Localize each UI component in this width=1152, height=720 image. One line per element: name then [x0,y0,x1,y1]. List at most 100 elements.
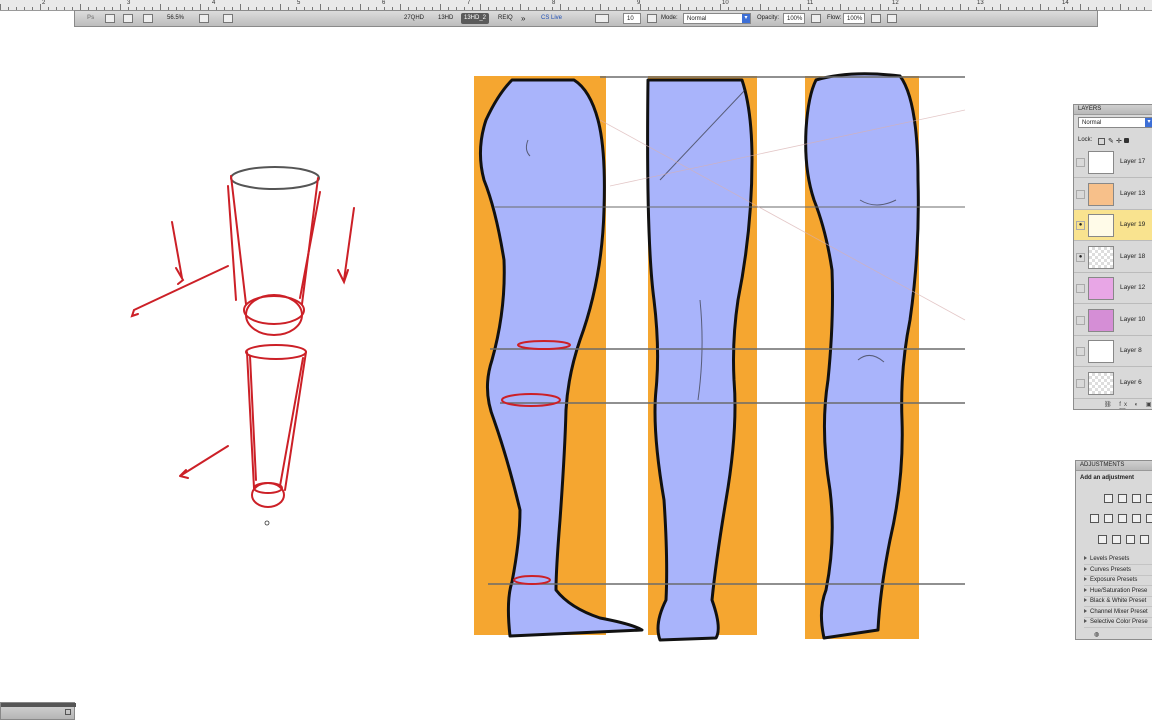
layers-panel-title[interactable]: LAYERS [1074,105,1152,115]
disclosure-triangle-icon[interactable] [1084,587,1087,592]
brush-tool-preset-icon[interactable] [595,14,609,23]
layer-row[interactable]: ● Layer 18 [1074,242,1152,273]
adjustment-preset-item[interactable]: Levels Presets [1084,554,1152,565]
airbrush-icon[interactable] [871,14,881,23]
curves-icon[interactable] [1132,494,1141,503]
workspace-27qhd[interactable]: 27QHD [401,13,427,24]
lock-pixels-icon[interactable]: ✎ [1108,137,1114,145]
lock-transparency-icon[interactable] [1098,138,1105,145]
layer-thumbnail [1088,245,1114,269]
disclosure-triangle-icon[interactable] [1084,556,1087,561]
layer-thumbnail [1088,308,1114,332]
workspace-13hd[interactable]: 13HD [435,13,456,24]
ruler-tick [72,7,73,10]
preset-label: Hue/Saturation Prese [1090,587,1148,594]
layer-thumbnail [1088,340,1114,363]
invert-icon[interactable] [1098,535,1107,544]
disclosure-triangle-icon[interactable] [1084,566,1087,571]
threshold-icon[interactable] [1126,535,1135,544]
ruler-tick [0,4,1,10]
lock-all-icon[interactable] [1124,138,1129,143]
workspace-reiq[interactable]: REIQ [495,13,516,24]
layer-row[interactable]: Layer 6 [1074,368,1152,399]
zoom-level[interactable]: 56.5% [167,13,184,24]
layer-row[interactable]: Layer 12 [1074,273,1152,304]
ruler-tick [40,4,41,10]
posterize-icon[interactable] [1112,535,1121,544]
adjustment-preset-item[interactable]: Selective Color Prese [1084,617,1152,628]
disclosure-triangle-icon[interactable] [1084,577,1087,582]
disclosure-triangle-icon[interactable] [1084,608,1087,613]
ruler-number: 10 [722,0,729,6]
layer-row[interactable]: ● Layer 19 [1074,210,1152,241]
mode-label: Mode: [661,15,678,21]
adjustment-preset-item[interactable]: Black & White Preset [1084,596,1152,607]
layer-visibility-eye-icon[interactable] [1076,315,1085,325]
preset-label: Channel Mixer Preset [1090,608,1148,615]
preset-label: Curves Presets [1090,566,1132,573]
color-balance-icon[interactable] [1118,514,1127,523]
layer-visibility-eye-icon[interactable] [1076,284,1085,293]
adjustment-preset-item[interactable]: Hue/Saturation Prese [1084,586,1152,597]
ruler-number: 8 [552,0,556,6]
adjustment-preset-item[interactable]: Exposure Presets [1084,575,1152,586]
adjustments-panel-title[interactable]: ADJUSTMENTS [1076,461,1152,471]
black-white-icon[interactable] [1132,514,1141,523]
adjustment-preset-item[interactable]: Curves Presets [1084,565,1152,576]
more-workspaces-button[interactable]: » [521,13,525,24]
layer-thumbnail [1088,151,1114,174]
layer-row[interactable]: Layer 8 [1074,336,1152,367]
mode-select[interactable]: Normal ▾ [683,13,751,24]
ruler-tick [16,7,17,10]
lock-position-icon[interactable]: ✛ [1116,137,1122,145]
layer-row[interactable]: Layer 17 [1074,147,1152,178]
gradient-map-icon[interactable] [1140,535,1149,544]
ruler-number: 9 [637,0,641,6]
lock-label: Lock: [1078,137,1093,143]
disclosure-triangle-icon[interactable] [1084,598,1087,603]
layer-visibility-eye-icon[interactable] [1076,378,1085,388]
adjustments-footer-icon[interactable]: ◍ [1094,631,1099,638]
hue-saturation-icon[interactable] [1104,514,1113,523]
pressure-size-icon[interactable] [887,14,897,23]
collapsed-panel-dock[interactable] [0,702,76,720]
ruler-tick [1112,7,1113,10]
layer-row[interactable]: Layer 13 [1074,179,1152,210]
layer-thumbnail [1088,371,1114,395]
exposure-icon[interactable] [1146,494,1152,503]
arrange-icon[interactable] [199,14,209,23]
workspace-13hd-2[interactable]: 13HD_2 [461,13,490,24]
brightness-contrast-icon[interactable] [1104,494,1113,503]
photo-filter-icon[interactable] [1146,514,1152,523]
ruler-tick [56,7,57,10]
layer-thumbnail [1088,214,1114,237]
ruler-number: 13 [977,0,984,6]
arrange-documents-icon[interactable] [143,14,153,23]
layer-visibility-eye-icon[interactable]: ● [1076,252,1085,262]
layer-visibility-eye-icon[interactable]: ● [1076,221,1085,230]
layer-visibility-eye-icon[interactable] [1076,158,1085,167]
layers-panel-footer-icons[interactable]: ⛓ fx ◐ ▣ ▤ ⌫ [1104,401,1152,409]
disclosure-triangle-icon[interactable] [1084,619,1087,624]
cs-live-button[interactable]: CS Live [541,13,562,24]
document-canvas[interactable] [0,28,1152,720]
layer-visibility-eye-icon[interactable] [1076,347,1085,356]
view-extras-icon[interactable] [105,14,115,23]
flow-field[interactable]: 100% [843,13,865,24]
brush-panel-icon[interactable] [647,14,657,23]
dock-menu-icon[interactable] [65,709,71,715]
vibrance-icon[interactable] [1090,514,1099,523]
ruler-number: 12 [892,0,899,6]
layer-visibility-eye-icon[interactable] [1076,189,1085,199]
pressure-opacity-icon[interactable] [811,14,821,23]
adjustment-preset-item[interactable]: Channel Mixer Preset [1084,607,1152,618]
levels-icon[interactable] [1118,494,1127,503]
opacity-field[interactable]: 100% [783,13,805,24]
screen-mode-icon[interactable] [223,14,233,23]
mini-bridge-icon[interactable] [123,14,133,23]
brush-size-picker[interactable]: 10 [623,13,641,24]
ruler-number: 14 [1062,0,1069,6]
application-bar: Ps 56.5% 27QHD 13HD 13HD_2 REIQ » CS Liv… [74,10,1098,27]
layer-row[interactable]: Layer 10 [1074,305,1152,336]
layer-blend-mode-select[interactable]: Normal ▾ [1078,117,1152,128]
